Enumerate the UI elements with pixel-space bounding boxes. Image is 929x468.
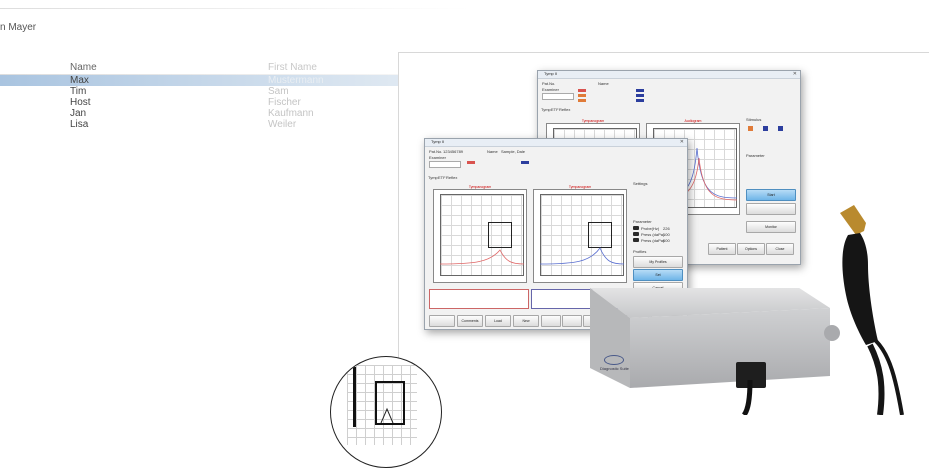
column-header-first-name[interactable]: First Name xyxy=(268,62,317,73)
header-divider xyxy=(0,8,470,9)
brand-logo-icon xyxy=(604,355,624,365)
zoom-curve xyxy=(380,407,394,423)
cell-name: Lisa xyxy=(70,119,89,130)
user-name: n Mayer xyxy=(0,22,37,33)
param-value: 100 xyxy=(663,232,670,237)
left-ear-swatch xyxy=(636,99,644,102)
cell-first-name: Kaufmann xyxy=(268,108,314,119)
param-label: Press (daPa) xyxy=(641,238,665,243)
cell-first-name: Mustermann xyxy=(268,75,324,86)
left-ear-swatch xyxy=(521,161,529,164)
chart-title: Tympanogram xyxy=(581,119,605,123)
cell-name: Max xyxy=(70,75,89,86)
tympanogram-curve xyxy=(540,247,624,265)
set-button[interactable]: Set xyxy=(633,269,683,281)
param-value: 600 xyxy=(663,238,670,243)
pat-no-label: Pat.No. xyxy=(429,149,443,154)
pat-no-value: 123456789 xyxy=(443,149,464,154)
comments-button[interactable]: Comments xyxy=(457,315,483,327)
stimulus-swatch xyxy=(763,126,768,131)
close-icon[interactable]: ✕ xyxy=(793,71,797,77)
load-button[interactable]: Load xyxy=(485,315,511,327)
tympanometer-device xyxy=(590,288,830,388)
close-button[interactable]: Close xyxy=(766,243,794,255)
back-window-title: Tymp II xyxy=(544,71,558,76)
name-label: Name xyxy=(598,81,609,86)
pressure-start-stepper[interactable] xyxy=(633,232,639,236)
param-value: 226 xyxy=(663,226,670,231)
side-button[interactable] xyxy=(746,203,796,215)
column-header-name[interactable]: Name xyxy=(70,62,97,73)
cell-first-name: Weiler xyxy=(268,119,297,130)
settings-label: Settings xyxy=(633,181,648,186)
right-ear-swatch xyxy=(578,99,586,102)
param-label: Probe(Hz) xyxy=(641,226,660,231)
print-button[interactable] xyxy=(429,315,455,327)
cell-first-name: Sam xyxy=(268,86,289,97)
pat-no-label: Pat.No. xyxy=(542,81,556,86)
left-ear-swatch xyxy=(636,94,644,97)
profiles-label: Profiles xyxy=(633,249,647,254)
tympanogram-curve xyxy=(440,249,524,265)
zoom-axis xyxy=(353,367,356,427)
name-value: Sample, Dale xyxy=(501,149,526,154)
cell-first-name: Fischer xyxy=(268,97,301,108)
magnified-chart-detail xyxy=(330,356,442,468)
monitor-button[interactable]: Monitor xyxy=(746,221,796,233)
options-button[interactable]: Options xyxy=(737,243,765,255)
left-ear-swatch xyxy=(636,89,644,92)
parameter-label: Parameter xyxy=(633,219,652,224)
left-tympanogram-chart: Tympanogram xyxy=(533,185,627,283)
tab-etf[interactable]: ETF xyxy=(551,107,559,112)
patient-button[interactable]: Patient xyxy=(708,243,736,255)
nav-button[interactable] xyxy=(541,315,561,327)
new-button[interactable]: New xyxy=(513,315,539,327)
back-window-titlebar: Tymp II ✕ xyxy=(538,71,800,79)
tab-tymp[interactable]: Tymp xyxy=(428,175,438,180)
front-window-title: Tymp II xyxy=(431,139,445,144)
probe-stepper[interactable] xyxy=(633,226,639,230)
usb-cable-icon xyxy=(741,379,753,415)
stimulus-label: Stimulus xyxy=(746,117,762,122)
close-icon[interactable]: ✕ xyxy=(680,139,684,145)
tab-reflex[interactable]: Reflex xyxy=(446,175,457,180)
param-label: Press (daPa) xyxy=(641,232,665,237)
cell-name: Tim xyxy=(70,86,87,97)
stimulus-swatch xyxy=(778,126,783,131)
right-results-table xyxy=(429,289,529,309)
start-button[interactable]: Start xyxy=(746,189,796,201)
my-profiles-button[interactable]: My Profiles xyxy=(633,256,683,268)
cell-name: Host xyxy=(70,97,91,108)
front-window-titlebar: Tymp II ✕ xyxy=(425,139,687,147)
parameter-label: Parameter xyxy=(746,153,765,158)
nav-button[interactable] xyxy=(562,315,582,327)
right-tympanogram-chart: Tympanogram xyxy=(433,185,527,283)
cell-name: Jan xyxy=(70,108,87,119)
examiner-label: Examiner xyxy=(542,87,559,92)
right-ear-swatch xyxy=(578,94,586,97)
name-label: Name xyxy=(487,149,498,154)
stimulus-swatch xyxy=(748,126,753,131)
examiner-select[interactable] xyxy=(429,161,461,168)
device-label: Diagnostic Suite xyxy=(600,366,629,371)
chart-title: Tympanogram xyxy=(468,185,492,189)
tab-etf[interactable]: ETF xyxy=(438,175,446,180)
examiner-select[interactable] xyxy=(542,93,574,100)
right-ear-swatch xyxy=(467,161,475,164)
chart-title: Tympanogram xyxy=(568,185,592,189)
probe-icon xyxy=(824,205,904,415)
right-ear-swatch xyxy=(578,89,586,92)
examiner-label: Examiner xyxy=(429,155,446,160)
tab-tymp[interactable]: Tymp xyxy=(541,107,551,112)
tab-reflex[interactable]: Reflex xyxy=(559,107,570,112)
chart-title: Audiogram xyxy=(684,119,702,123)
pressure-end-stepper[interactable] xyxy=(633,238,639,242)
